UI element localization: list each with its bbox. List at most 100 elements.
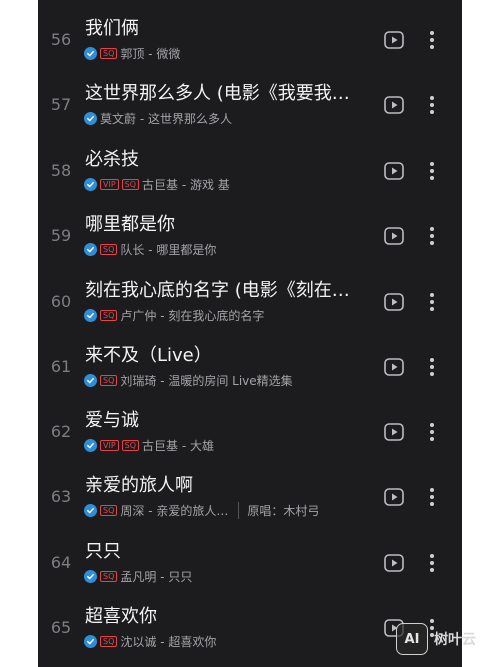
track-number: 60 (50, 292, 72, 311)
song-meta: SQ 刘瑞琦 - 温暖的房间 Live精选集 (84, 372, 293, 388)
sq-badge: SQ (121, 439, 140, 451)
play-mv-button[interactable] (384, 226, 404, 246)
play-icon (384, 488, 404, 506)
more-options-button[interactable] (426, 420, 438, 444)
downloaded-check-icon (84, 373, 97, 387)
song-title: 我们俩 (85, 18, 139, 39)
song-title: 只只 (85, 541, 121, 562)
play-mv-button[interactable] (384, 357, 404, 377)
watermark: AI 树叶云 (396, 621, 500, 657)
song-meta: SQ 周深 - 亲爱的旅人… 原唱：木村弓 (84, 501, 319, 519)
track-number: 62 (50, 422, 72, 441)
artist-album: 郭顶 - 微微 (120, 46, 181, 61)
more-vertical-icon (430, 554, 434, 572)
artist-album: 孟凡明 - 只只 (120, 569, 193, 584)
play-icon (384, 423, 404, 441)
more-vertical-icon (430, 162, 434, 180)
downloaded-check-icon (84, 308, 97, 322)
vip-badge: VIP (100, 439, 119, 451)
sq-badge: SQ (100, 570, 118, 582)
song-row[interactable]: 59 哪里都是你 SQ 队长 - 哪里都是你 (38, 204, 462, 269)
sq-badge: SQ (100, 635, 118, 647)
track-number: 57 (50, 95, 72, 114)
sq-badge: SQ (100, 243, 118, 255)
artist-album: 古巨基 - 大雄 (142, 438, 214, 453)
play-icon (384, 554, 404, 572)
play-icon (384, 293, 404, 311)
downloaded-check-icon (84, 111, 97, 125)
song-title: 亲爱的旅人啊 (85, 475, 193, 496)
sq-badge: SQ (121, 178, 140, 190)
song-meta: VIP SQ 古巨基 - 游戏 基 (84, 176, 230, 192)
watermark-logo: AI (396, 623, 428, 655)
song-title: 哪里都是你 (85, 214, 175, 235)
artist-album: 周深 - 亲爱的旅人… (120, 503, 229, 518)
song-row[interactable]: 58 必杀技 VIP SQ 古巨基 - 游戏 基 (38, 139, 462, 204)
song-meta: SQ 队长 - 哪里都是你 (84, 241, 216, 257)
play-icon (384, 162, 404, 180)
more-options-button[interactable] (426, 355, 438, 379)
song-row[interactable]: 60 刻在我心底的名字 (电影《刻在你心底的名字》主题曲) SQ 卢广仲 - 刻… (38, 270, 462, 335)
more-vertical-icon (430, 358, 434, 376)
more-options-button[interactable] (426, 224, 438, 248)
downloaded-check-icon (84, 177, 97, 191)
more-vertical-icon (430, 293, 434, 311)
more-vertical-icon (430, 31, 434, 49)
play-mv-button[interactable] (384, 553, 404, 573)
vip-badge: VIP (100, 178, 119, 190)
more-vertical-icon (430, 488, 434, 506)
song-row[interactable]: 56 我们俩 SQ 郭顶 - 微微 (38, 8, 462, 73)
artist-album: 莫文蔚 - 这世界那么多人 (100, 111, 232, 126)
song-row[interactable]: 57 这世界那么多人 (电影《我要我们在一起》主题曲) 莫文蔚 - 这世界那么多… (38, 73, 462, 138)
song-row[interactable]: 63 亲爱的旅人啊 SQ 周深 - 亲爱的旅人… 原唱：木村弓 (38, 465, 462, 530)
more-options-button[interactable] (426, 551, 438, 575)
more-vertical-icon (430, 227, 434, 245)
song-meta: SQ 郭顶 - 微微 (84, 45, 180, 61)
sq-badge: SQ (100, 374, 118, 386)
song-title: 这世界那么多人 (电影《我要我们在一起》主题曲) (85, 83, 365, 104)
play-mv-button[interactable] (384, 422, 404, 442)
downloaded-check-icon (84, 438, 97, 452)
play-mv-button[interactable] (384, 487, 404, 507)
song-row[interactable]: 64 只只 SQ 孟凡明 - 只只 (38, 531, 462, 596)
play-mv-button[interactable] (384, 292, 404, 312)
song-meta: VIP SQ 古巨基 - 大雄 (84, 437, 214, 453)
downloaded-check-icon (84, 503, 97, 517)
track-number: 63 (50, 487, 72, 506)
track-number: 65 (50, 618, 72, 637)
more-options-button[interactable] (426, 159, 438, 183)
artist-album: 卢广仲 - 刻在我心底的名字 (120, 308, 265, 323)
play-icon (384, 96, 404, 114)
more-vertical-icon (430, 96, 434, 114)
song-title: 来不及（Live） (85, 345, 212, 366)
track-number: 59 (50, 226, 72, 245)
downloaded-check-icon (84, 46, 97, 60)
play-mv-button[interactable] (384, 161, 404, 181)
play-mv-button[interactable] (384, 95, 404, 115)
watermark-text: 树叶云 (434, 632, 476, 648)
downloaded-check-icon (84, 242, 97, 256)
more-options-button[interactable] (426, 28, 438, 52)
more-options-button[interactable] (426, 290, 438, 314)
original-singer: 原唱：木村弓 (238, 501, 319, 519)
play-icon (384, 227, 404, 245)
sq-badge: SQ (100, 309, 118, 321)
downloaded-check-icon (84, 634, 97, 648)
artist-album: 刘瑞琦 - 温暖的房间 Live精选集 (120, 373, 293, 388)
song-row[interactable]: 61 来不及（Live） SQ 刘瑞琦 - 温暖的房间 Live精选集 (38, 335, 462, 400)
artist-album: 沈以诚 - 超喜欢你 (120, 634, 217, 649)
song-title: 爱与诚 (85, 410, 139, 431)
song-title: 必杀技 (85, 149, 139, 170)
song-meta: SQ 孟凡明 - 只只 (84, 568, 192, 584)
more-options-button[interactable] (426, 485, 438, 509)
song-list-screen: 56 我们俩 SQ 郭顶 - 微微 57 这世界那么多人 (电影《我要我们在一起… (38, 0, 462, 667)
artist-album: 古巨基 - 游戏 基 (142, 177, 230, 192)
more-options-button[interactable] (426, 93, 438, 117)
sq-badge: SQ (100, 47, 118, 59)
play-mv-button[interactable] (384, 30, 404, 50)
song-row[interactable]: 62 爱与诚 VIP SQ 古巨基 - 大雄 (38, 400, 462, 465)
song-title: 超喜欢你 (85, 606, 157, 627)
track-number: 61 (50, 357, 72, 376)
more-vertical-icon (430, 423, 434, 441)
downloaded-check-icon (84, 569, 97, 583)
